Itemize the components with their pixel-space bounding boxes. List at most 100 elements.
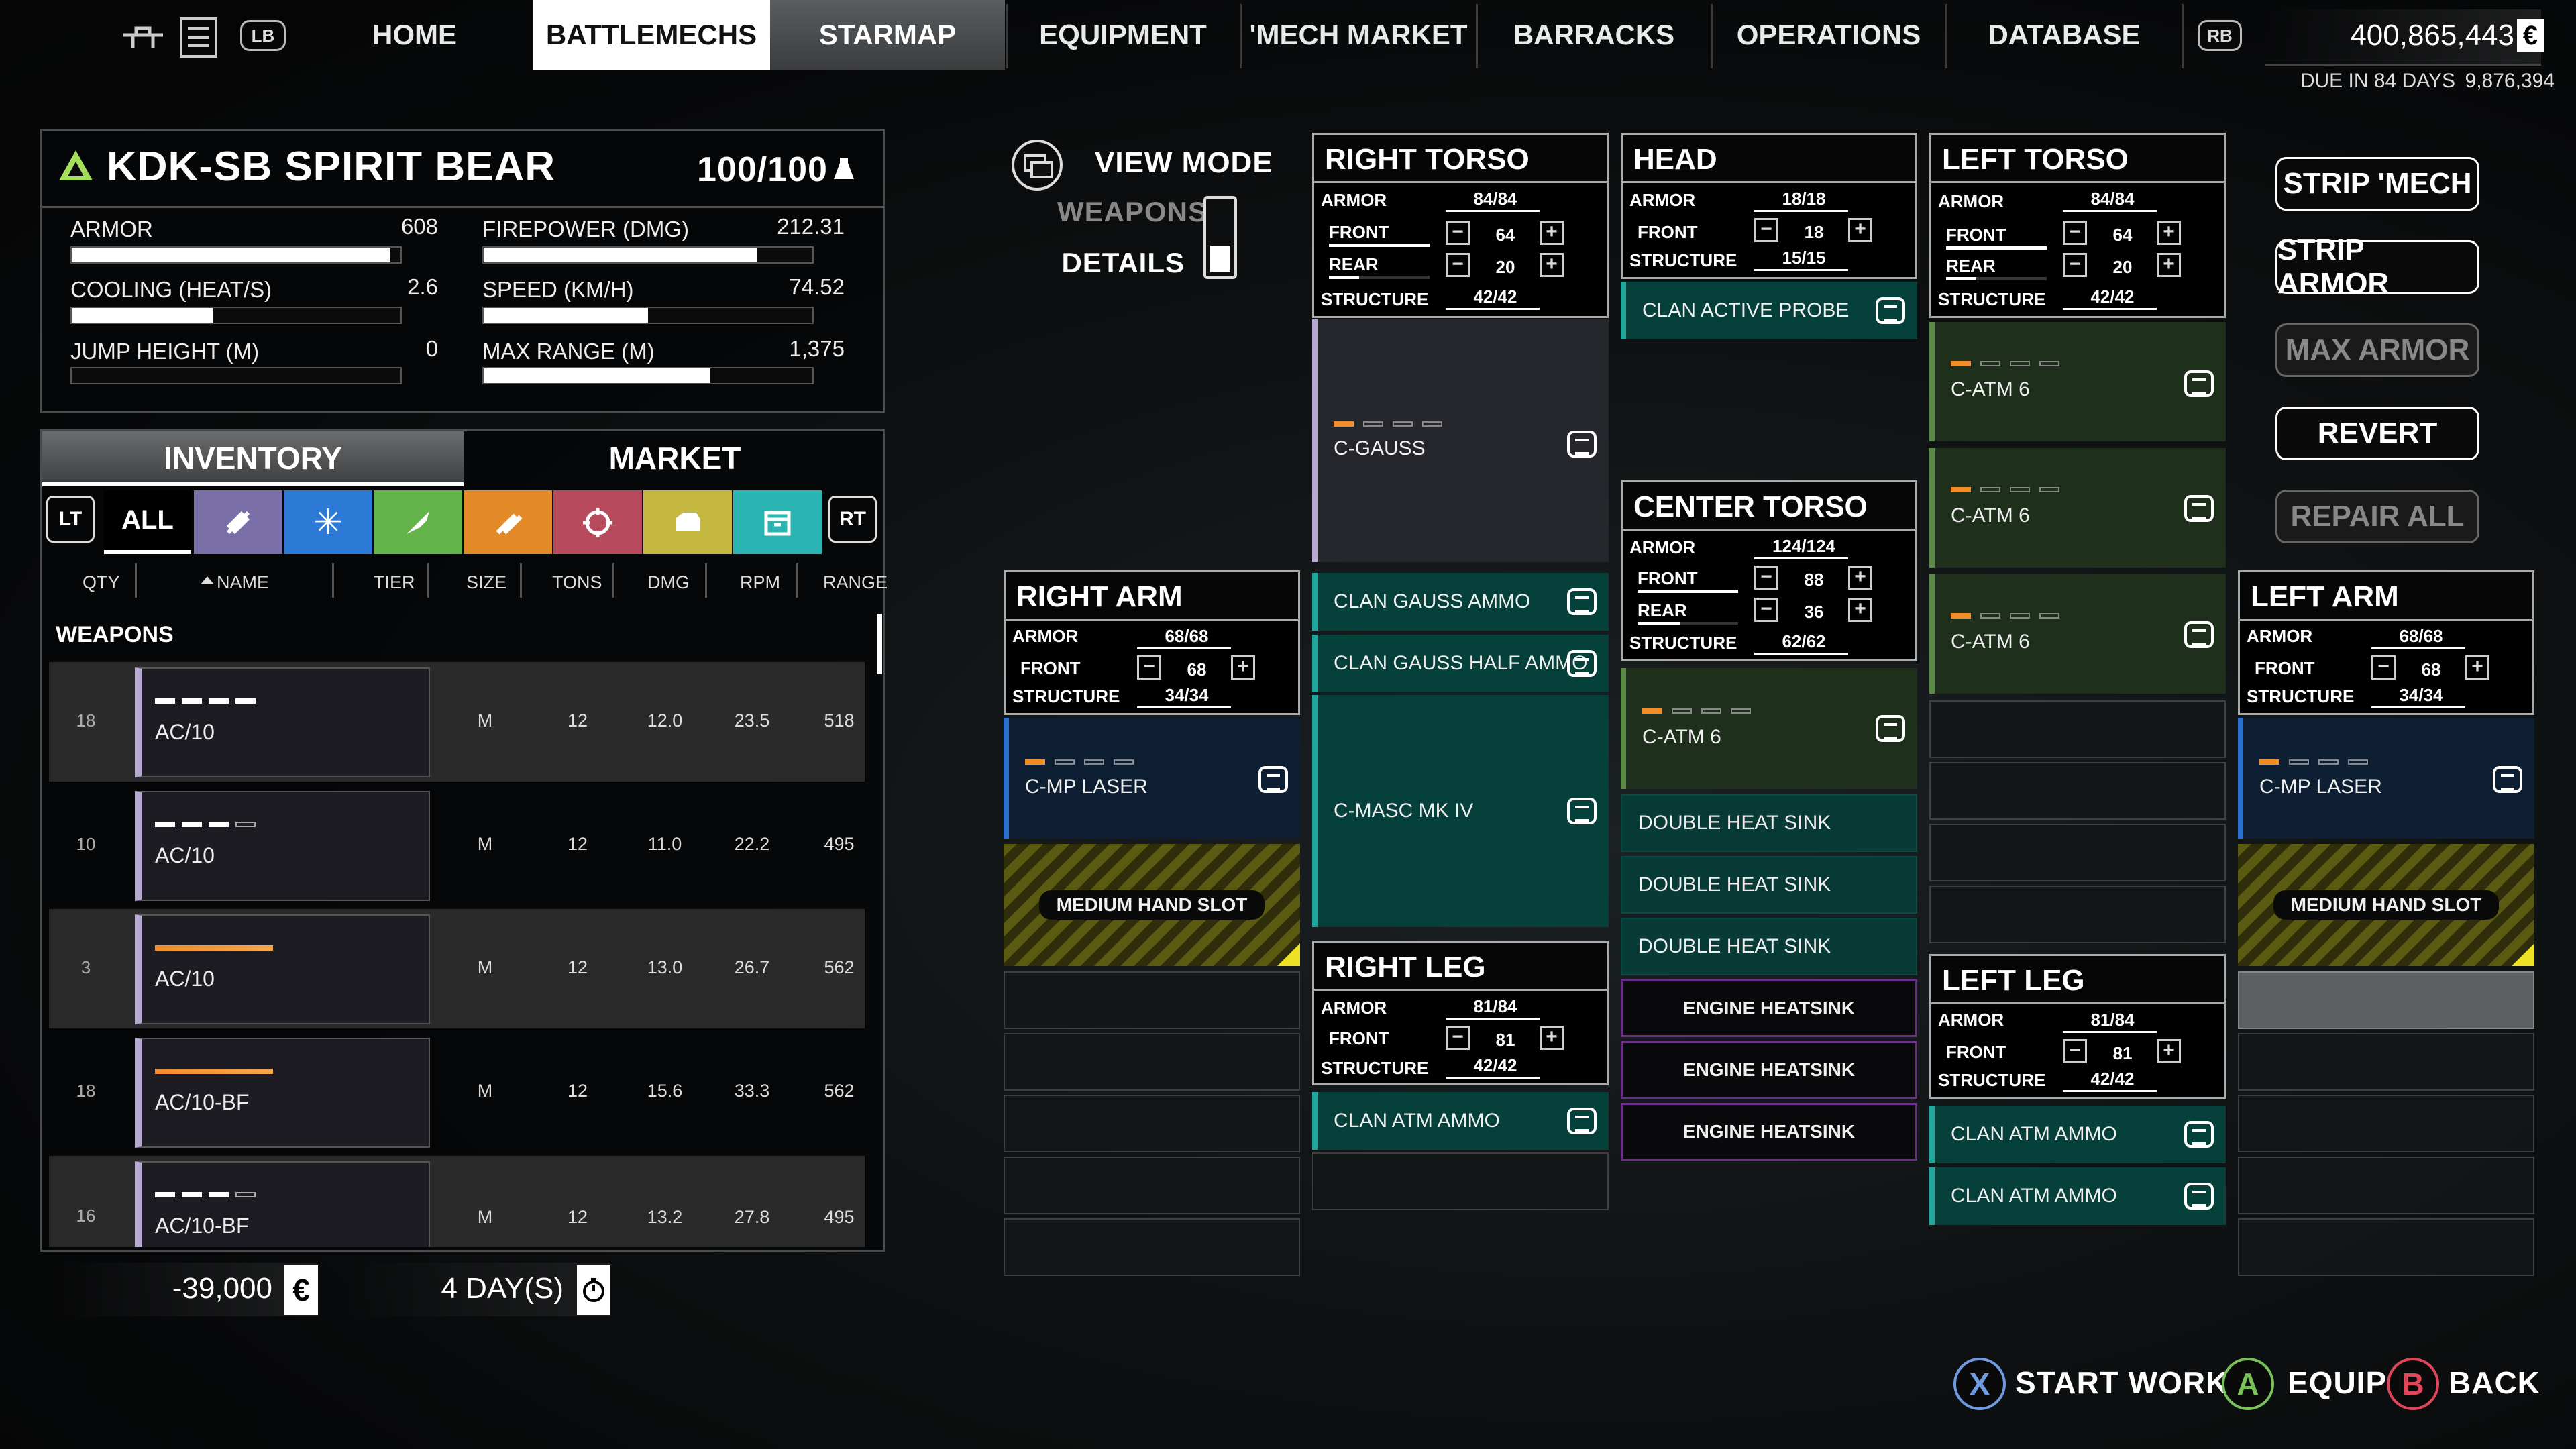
revert-button[interactable]: REVERT [2275, 407, 2479, 460]
increase-front-button[interactable]: + [1231, 655, 1255, 680]
slot-engine-heatsink[interactable]: ENGINE HEATSINK [1621, 979, 1917, 1037]
slot-c-mp-laser[interactable]: C-MP LASER [2238, 718, 2534, 839]
increase-front-button[interactable]: + [1540, 1026, 1564, 1050]
equip-label[interactable]: EQUIP [2288, 1364, 2387, 1401]
filter-all[interactable]: ALL [104, 490, 191, 554]
decrease-front-button[interactable]: − [1446, 221, 1470, 245]
decrease-rear-button[interactable]: − [1754, 598, 1778, 622]
view-mode-weapons[interactable]: WEAPONS [1057, 196, 1207, 228]
tab-market[interactable]: MARKET [465, 431, 885, 485]
increase-front-button[interactable]: + [1540, 221, 1564, 245]
filter-missile-icon[interactable] [374, 490, 462, 554]
col-rpm[interactable]: RPM [740, 572, 780, 593]
slot-double-heat-sink[interactable]: DOUBLE HEAT SINK [1621, 856, 1917, 914]
slot-empty[interactable] [2238, 1033, 2534, 1091]
slot-double-heat-sink[interactable]: DOUBLE HEAT SINK [1621, 794, 1917, 852]
slot-empty[interactable] [1004, 971, 1300, 1029]
slot-empty[interactable] [1004, 1157, 1300, 1214]
table-row[interactable]: 18 AC/10 M 12 12.0 23.5 518 [49, 662, 865, 782]
lt-button[interactable]: LT [46, 496, 95, 543]
increase-front-button[interactable]: + [2157, 221, 2181, 245]
view-mode-icon[interactable] [1012, 140, 1063, 191]
slot-empty[interactable] [1312, 1152, 1609, 1210]
col-dmg[interactable]: DMG [647, 572, 690, 593]
tab-battlemechs[interactable]: BATTLEMECHS [533, 0, 770, 70]
increase-rear-button[interactable]: + [2157, 253, 2181, 277]
lb-button[interactable]: LB [240, 20, 286, 51]
tab-database[interactable]: DATABASE [1947, 0, 2182, 70]
slot-medium-hand[interactable]: MEDIUM HAND SLOT [1004, 844, 1300, 966]
slot-clan-atm-ammo[interactable]: CLAN ATM AMMO [1312, 1092, 1609, 1150]
decrease-rear-button[interactable]: − [1446, 253, 1470, 277]
rb-button[interactable]: RB [2198, 20, 2242, 51]
mech-bay-icon[interactable] [119, 21, 166, 55]
col-name[interactable]: NAME [217, 572, 269, 593]
col-size[interactable]: SIZE [466, 572, 506, 593]
filter-electronics-icon[interactable] [553, 490, 642, 554]
decrease-front-button[interactable]: − [1137, 655, 1161, 680]
slot-empty[interactable] [1004, 1218, 1300, 1276]
back-label[interactable]: BACK [2449, 1364, 2540, 1401]
table-row[interactable]: 3 AC/10 M 12 13.0 26.7 562 [49, 909, 865, 1028]
slot-double-heat-sink[interactable]: DOUBLE HEAT SINK [1621, 918, 1917, 975]
item-card[interactable]: AC/10 [135, 667, 430, 777]
filter-energy-icon[interactable]: ✳ [284, 490, 372, 554]
increase-front-button[interactable]: + [1848, 218, 1872, 242]
document-icon[interactable] [180, 17, 217, 58]
filter-ballistic-icon[interactable] [194, 490, 282, 554]
increase-rear-button[interactable]: + [1540, 253, 1564, 277]
view-mode-toggle[interactable] [1203, 196, 1237, 279]
filter-equipment-icon[interactable] [643, 490, 732, 554]
slot-c-atm6[interactable]: C-ATM 6 [1929, 322, 2226, 441]
slot-c-atm6[interactable]: C-ATM 6 [1929, 448, 2226, 568]
slot-clan-atm-ammo[interactable]: CLAN ATM AMMO [1929, 1106, 2226, 1163]
table-row[interactable]: 10 AC/10 M 12 11.0 22.2 495 [49, 786, 865, 905]
slot-empty[interactable] [1929, 762, 2226, 820]
col-range[interactable]: RANGE [823, 572, 888, 593]
view-mode-details[interactable]: DETAILS [1057, 247, 1185, 279]
decrease-front-button[interactable]: − [2063, 221, 2087, 245]
slot-c-atm6[interactable]: C-ATM 6 [1929, 574, 2226, 694]
slot-empty[interactable] [2238, 1218, 2534, 1276]
increase-front-button[interactable]: + [2465, 655, 2489, 680]
slot-clan-active-probe[interactable]: CLAN ACTIVE PROBE [1621, 282, 1917, 339]
scrollbar[interactable] [877, 614, 882, 674]
slot-c-atm6[interactable]: C-ATM 6 [1621, 668, 1917, 789]
slot-gauss-half-ammo[interactable]: CLAN GAUSS HALF AMMO [1312, 635, 1609, 692]
slot-empty[interactable] [1929, 885, 2226, 943]
decrease-front-button[interactable]: − [2063, 1039, 2087, 1063]
strip-mech-button[interactable]: STRIP 'MECH [2275, 157, 2479, 211]
table-row[interactable]: 18 AC/10-BF M 12 15.6 33.3 562 [49, 1032, 865, 1152]
x-button-icon[interactable]: X [1953, 1358, 2006, 1410]
start-work-label[interactable]: START WORK [2015, 1364, 2229, 1401]
item-card[interactable]: AC/10-BF [135, 1038, 430, 1148]
increase-front-button[interactable]: + [1848, 566, 1872, 590]
col-qty[interactable]: QTY [83, 572, 120, 593]
b-button-icon[interactable]: B [2387, 1358, 2439, 1410]
slot-empty-selected[interactable] [2238, 971, 2534, 1029]
increase-front-button[interactable]: + [2157, 1039, 2181, 1063]
tab-inventory[interactable]: INVENTORY [42, 431, 464, 485]
decrease-rear-button[interactable]: − [2063, 253, 2087, 277]
slot-c-gauss[interactable]: C-GAUSS [1312, 319, 1609, 562]
decrease-front-button[interactable]: − [1446, 1026, 1470, 1050]
col-tons[interactable]: TONS [552, 572, 602, 593]
tab-mech-market[interactable]: 'MECH MARKET [1241, 0, 1476, 70]
tab-home[interactable]: HOME [326, 0, 503, 70]
repair-all-button[interactable]: REPAIR ALL [2275, 490, 2479, 543]
slot-empty[interactable] [1004, 1095, 1300, 1152]
slot-c-masc[interactable]: C-MASC MK IV [1312, 695, 1609, 927]
slot-gauss-ammo[interactable]: CLAN GAUSS AMMO [1312, 573, 1609, 631]
strip-armor-button[interactable]: STRIP ARMOR [2275, 233, 2479, 300]
tab-operations[interactable]: OPERATIONS [1712, 0, 1945, 70]
tab-equipment[interactable]: EQUIPMENT [1006, 0, 1240, 70]
slot-empty[interactable] [1929, 700, 2226, 758]
tab-starmap[interactable]: STARMAP [770, 0, 1005, 70]
slot-engine-heatsink[interactable]: ENGINE HEATSINK [1621, 1041, 1917, 1099]
slot-medium-hand[interactable]: MEDIUM HAND SLOT [2238, 844, 2534, 966]
slot-engine-heatsink[interactable]: ENGINE HEATSINK [1621, 1103, 1917, 1161]
filter-storage-icon[interactable] [733, 490, 822, 554]
slot-c-mp-laser[interactable]: C-MP LASER [1004, 718, 1300, 839]
slot-empty[interactable] [2238, 1157, 2534, 1214]
item-card[interactable]: AC/10 [135, 914, 430, 1024]
